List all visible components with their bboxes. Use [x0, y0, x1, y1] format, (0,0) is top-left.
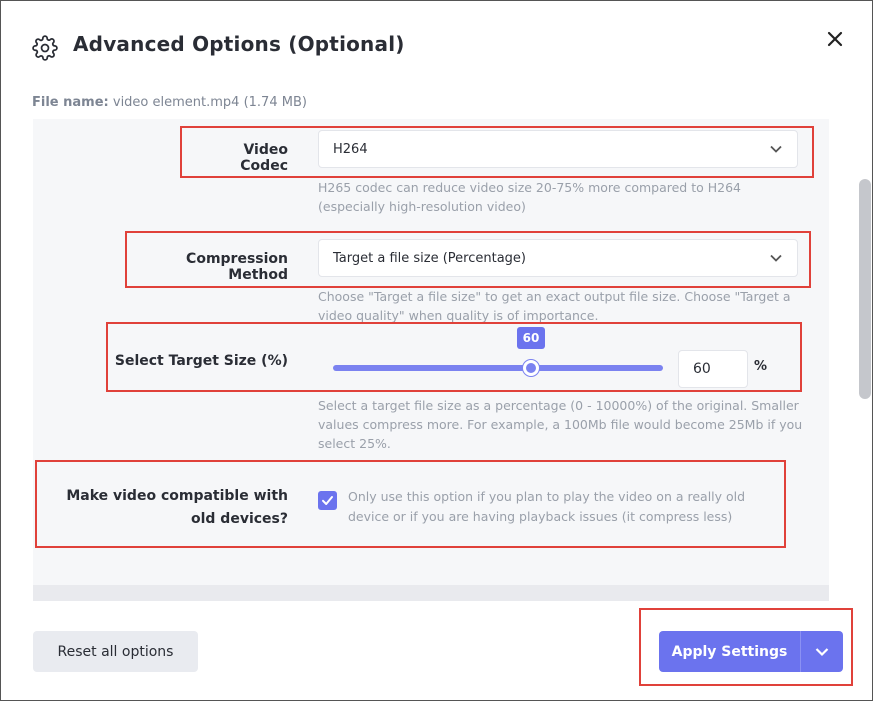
compat-label-line2: old devices?	[190, 511, 288, 527]
reset-all-options-button[interactable]: Reset all options	[33, 631, 198, 672]
apply-settings-dropdown-button[interactable]	[800, 631, 843, 672]
advanced-options-dialog: Advanced Options (Optional) File name: v…	[0, 0, 873, 701]
chevron-down-icon	[815, 648, 829, 657]
compression-method-help: Choose "Target a file size" to get an ex…	[318, 289, 791, 323]
target-size-help: Select a target file size as a percentag…	[318, 398, 803, 451]
dialog-title: Advanced Options (Optional)	[73, 32, 405, 56]
compression-method-value: Target a file size (Percentage)	[333, 250, 526, 266]
video-codec-value: H264	[333, 141, 368, 157]
compat-description: Only use this option if you plan to play…	[348, 489, 746, 524]
target-size-input[interactable]	[678, 350, 748, 388]
slider-thumb[interactable]	[523, 360, 539, 376]
slider-value-tooltip: 60	[517, 327, 545, 349]
chevron-down-icon	[770, 254, 782, 262]
target-size-slider[interactable]	[333, 365, 663, 371]
video-codec-select[interactable]: H264	[318, 130, 798, 168]
compat-checkbox[interactable]	[318, 491, 337, 510]
file-name-value: video element.mp4 (1.74 MB)	[112, 95, 307, 110]
panel-footer-strip	[33, 585, 829, 601]
video-codec-label: Video Codec	[240, 142, 288, 174]
percent-unit: %	[754, 359, 768, 374]
close-icon[interactable]	[823, 27, 847, 51]
compression-method-select[interactable]: Target a file size (Percentage)	[318, 239, 798, 277]
compat-label: Make video compatible with old devices?	[61, 485, 288, 531]
scrollbar-thumb[interactable]	[859, 179, 871, 399]
compression-method-label: Compression Method	[186, 251, 288, 283]
gear-icon	[32, 35, 58, 61]
video-codec-help: H265 codec can reduce video size 20-75% …	[318, 180, 741, 214]
chevron-down-icon	[770, 145, 782, 153]
file-info: File name: video element.mp4 (1.74 MB)	[32, 95, 307, 110]
checkmark-icon	[322, 496, 333, 505]
compat-label-line1: Make video compatible with	[66, 488, 288, 504]
file-name-label: File name:	[32, 95, 109, 110]
apply-settings-button[interactable]: Apply Settings	[659, 631, 800, 672]
target-size-label: Select Target Size (%)	[114, 353, 288, 369]
